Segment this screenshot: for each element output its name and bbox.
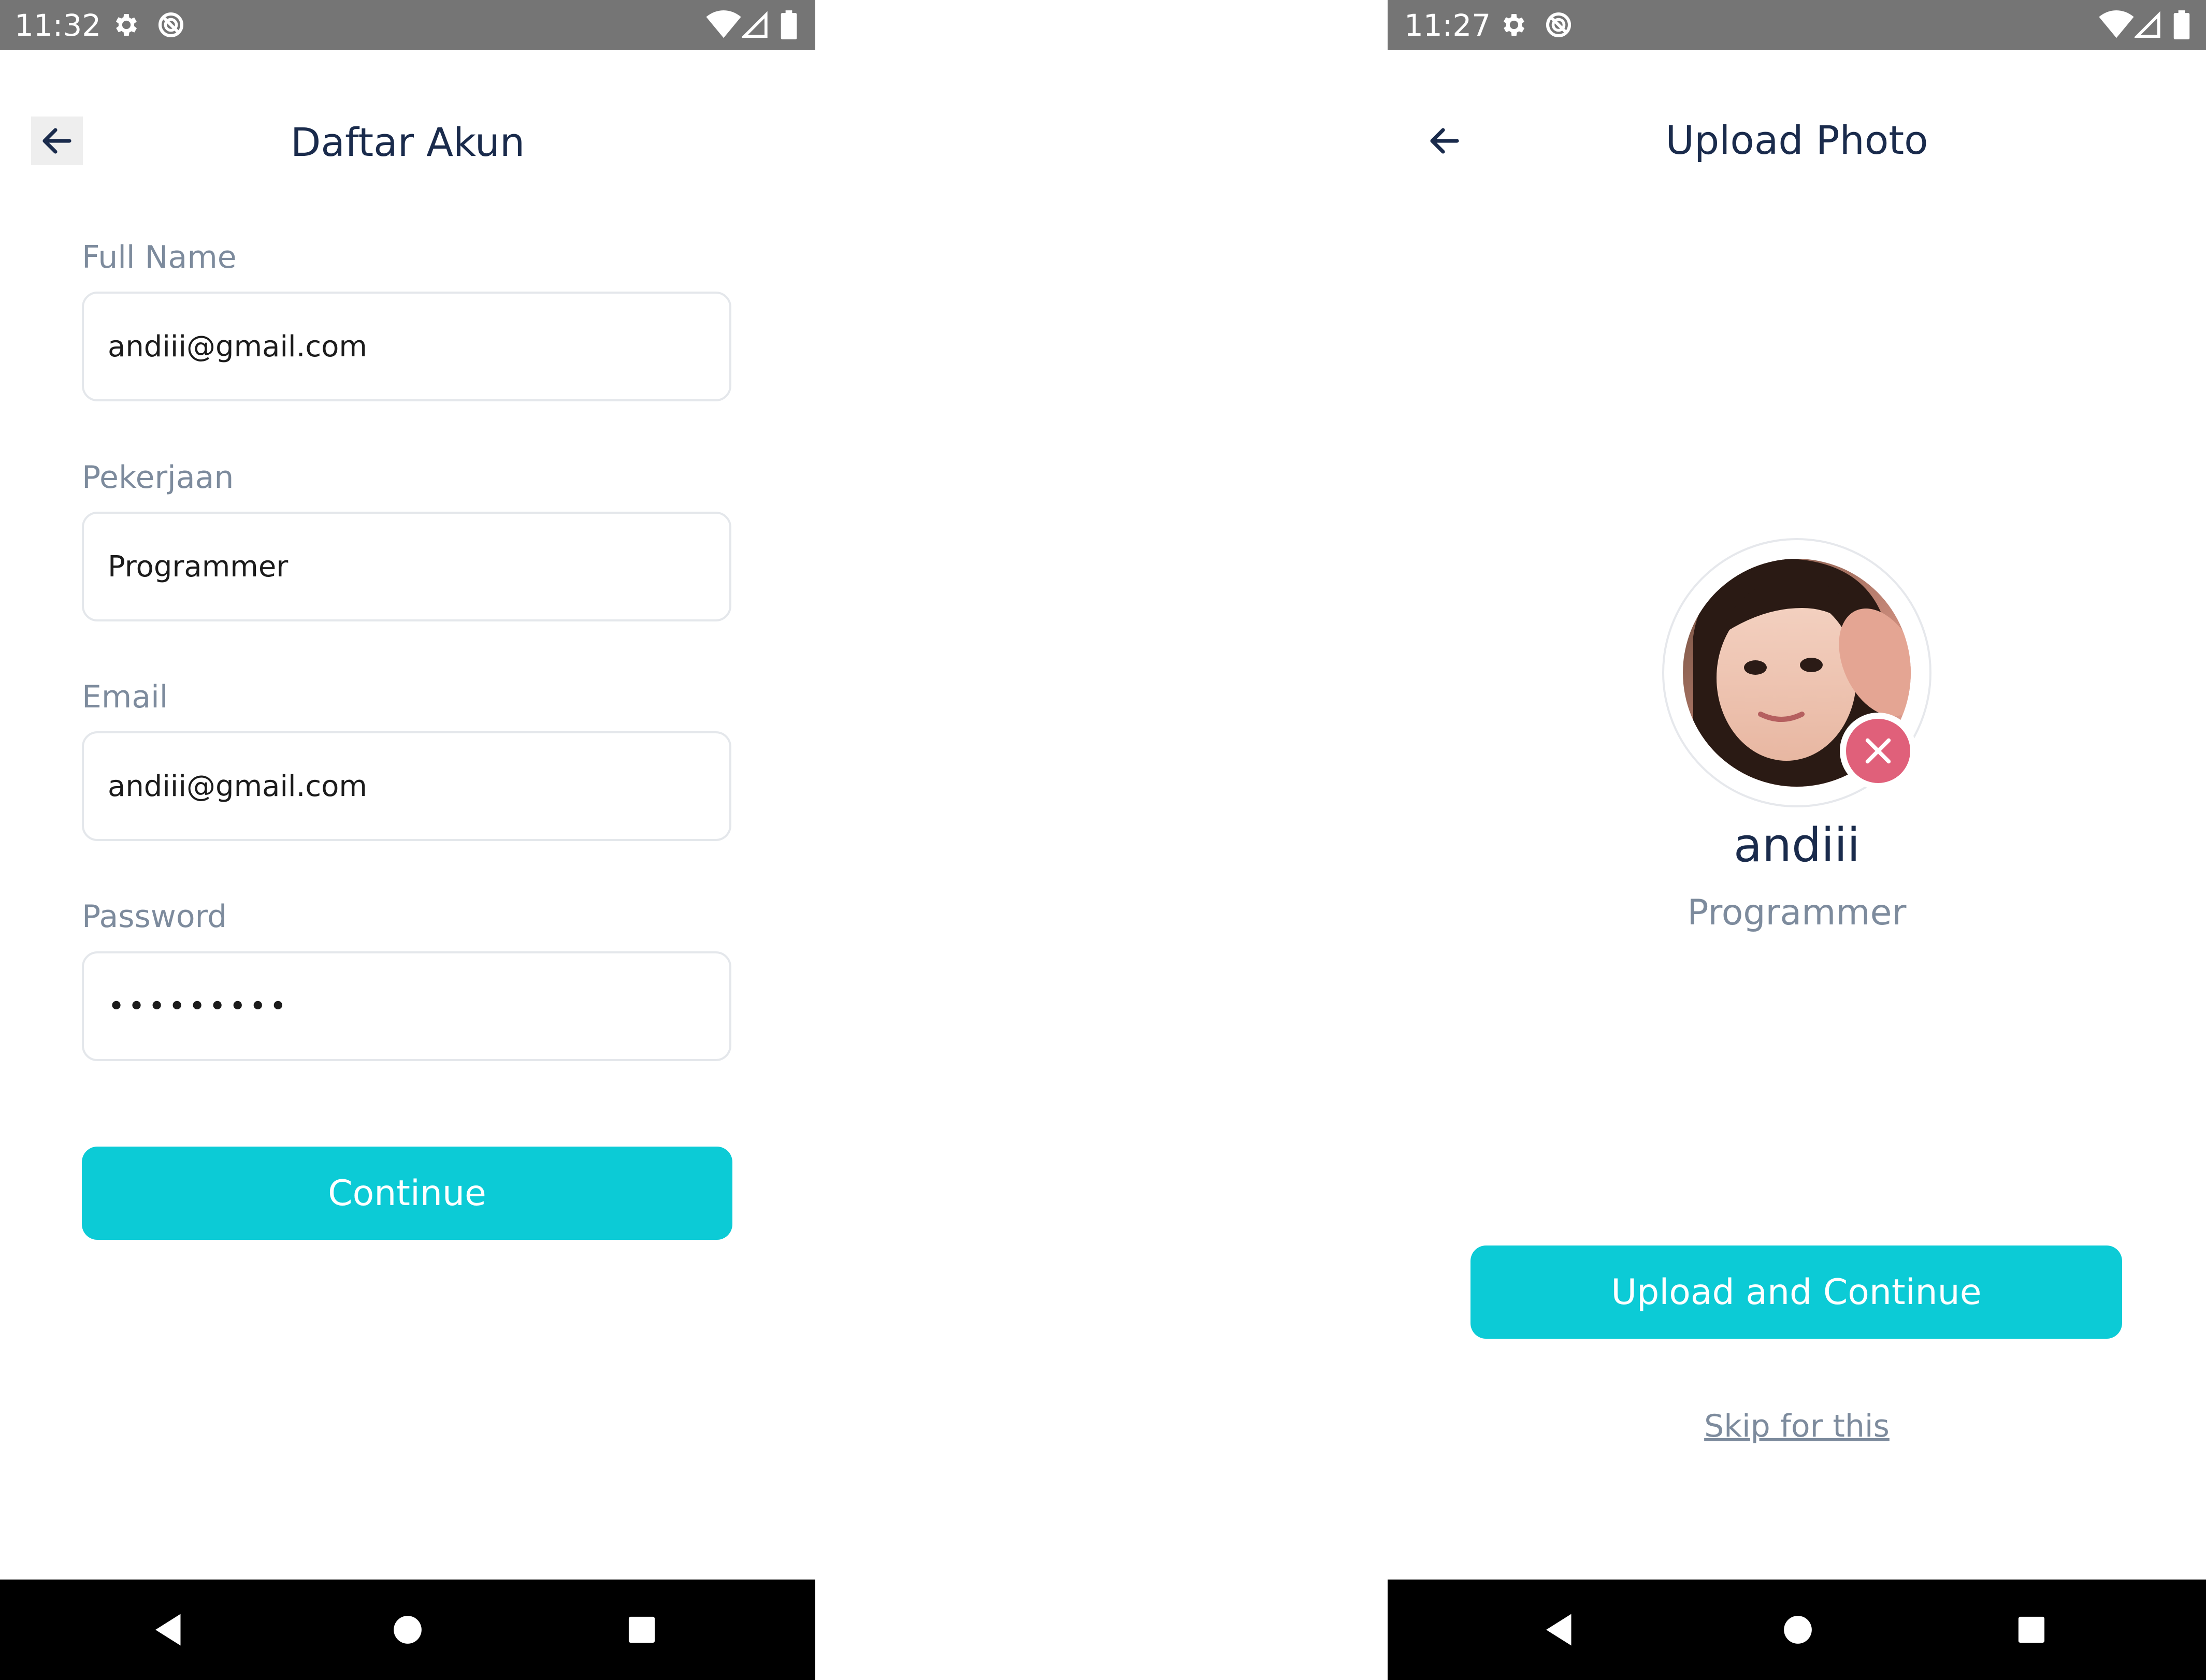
full-name-value: andiii@gmail.com — [108, 329, 367, 364]
profile-name: andiii — [1733, 818, 1861, 873]
gear-icon — [1503, 14, 1525, 36]
status-bar: 11:32 — [0, 0, 815, 50]
battery-icon — [2173, 10, 2190, 39]
wifi-icon — [2099, 10, 2134, 38]
wifi-icon — [706, 10, 741, 38]
gear-icon — [116, 14, 137, 36]
signal-icon — [742, 11, 768, 38]
recents-square-icon[interactable] — [2009, 1607, 2054, 1652]
password-field[interactable]: ••••••••• — [82, 951, 731, 1061]
no-entry-circle-icon — [1546, 12, 1571, 38]
job-label: Pekerjaan — [82, 459, 234, 496]
full-name-field[interactable]: andiii@gmail.com — [82, 292, 731, 401]
continue-button[interactable]: Continue — [82, 1147, 732, 1240]
email-field[interactable]: andiii@gmail.com — [82, 731, 731, 841]
system-nav-bar — [0, 1580, 815, 1680]
email-label: Email — [82, 679, 168, 715]
page-title: Upload Photo — [1665, 117, 1928, 163]
recents-square-icon[interactable] — [619, 1607, 664, 1652]
system-nav-bar — [1388, 1580, 2206, 1680]
signal-icon — [2135, 11, 2160, 38]
back-triangle-icon[interactable] — [1538, 1607, 1582, 1652]
remove-photo-button[interactable] — [1840, 713, 1916, 789]
job-field[interactable]: Programmer — [82, 512, 731, 621]
continue-button-label: Continue — [328, 1172, 486, 1214]
battery-icon — [781, 10, 797, 39]
status-time: 11:32 — [15, 8, 102, 43]
upload-button-label: Upload and Continue — [1611, 1271, 1982, 1313]
page-title: Daftar Akun — [290, 119, 525, 165]
back-triangle-icon[interactable] — [147, 1607, 192, 1652]
home-circle-icon[interactable] — [1776, 1607, 1820, 1652]
job-value: Programmer — [108, 549, 289, 584]
register-screen: 11:32 Daftar Akun Full Name andiii@gmail… — [0, 0, 815, 1680]
no-entry-circle-icon — [158, 12, 184, 38]
app-header: Upload Photo — [1388, 104, 2206, 181]
full-name-label: Full Name — [82, 239, 237, 276]
close-icon — [1865, 738, 1891, 764]
skip-link[interactable]: Skip for this — [1388, 1406, 2206, 1447]
app-header: Daftar Akun — [0, 104, 815, 181]
profile-job: Programmer — [1687, 892, 1907, 933]
email-value: andiii@gmail.com — [108, 769, 367, 803]
upload-and-continue-button[interactable]: Upload and Continue — [1470, 1245, 2122, 1339]
home-circle-icon[interactable] — [385, 1607, 430, 1652]
skip-link-label[interactable]: Skip for this — [1704, 1408, 1890, 1444]
password-label: Password — [82, 899, 227, 935]
password-value: ••••••••• — [108, 989, 290, 1023]
status-time: 11:27 — [1404, 8, 1491, 43]
status-bar: 11:27 — [1388, 0, 2206, 50]
